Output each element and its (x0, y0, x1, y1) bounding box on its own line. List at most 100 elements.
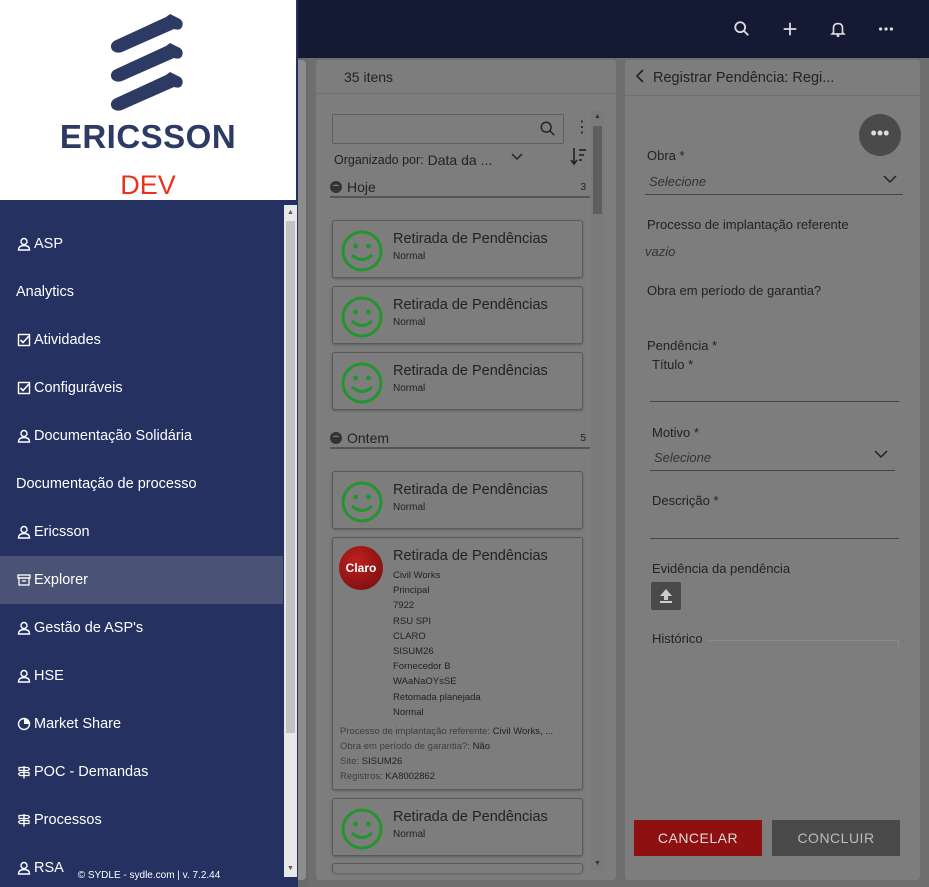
chevron-down-icon[interactable] (883, 172, 897, 186)
group-count: 3 (580, 181, 586, 193)
obra-select[interactable]: Selecione (649, 174, 706, 189)
collapse-icon[interactable]: − (330, 432, 342, 444)
sidebar-item-label: Ericsson (34, 524, 90, 540)
list-item[interactable]: Retirada de Pendências Normal (332, 220, 583, 278)
sidebar-item-label: Documentação Solidária (34, 428, 192, 444)
back-icon[interactable] (635, 69, 645, 86)
list-scrollbar[interactable]: ▲ ▼ (591, 110, 604, 870)
field-value: KA8002862 (385, 771, 436, 782)
pie-icon (16, 717, 31, 732)
search-input[interactable] (337, 119, 527, 139)
titulo-label: Título * (652, 357, 694, 372)
descricao-field[interactable] (650, 538, 899, 539)
field-key: Obra em período de garantia?: (340, 741, 470, 752)
list-item[interactable] (332, 863, 583, 873)
garantia-label: Obra em período de garantia? (647, 283, 822, 298)
more-options-button[interactable]: ••• (859, 114, 901, 156)
motivo-select[interactable]: Selecione (654, 450, 711, 465)
card-title: Retirada de Pendências (393, 809, 548, 825)
plus-icon[interactable] (777, 16, 803, 42)
sidebar-item-gestao-de-asp-s[interactable]: Gestão de ASP's (0, 604, 283, 652)
sidebar-item-hse[interactable]: HSE (0, 652, 283, 700)
search-icon[interactable] (539, 120, 557, 138)
sidebar-item-configuraveis[interactable]: Configuráveis (0, 364, 283, 412)
collapse-icon[interactable]: − (330, 181, 342, 193)
sort-label: Organizado por: (334, 153, 424, 167)
list-item-claro[interactable]: Claro Retirada de Pendências Civil Works… (332, 537, 583, 790)
sidebar-item-label: Explorer (34, 572, 88, 588)
card-priority: Normal (393, 829, 426, 840)
card-detail-line: WAaNaOYsSE (393, 676, 457, 688)
sort-order-icon[interactable] (570, 146, 588, 166)
scroll-down-icon[interactable]: ▼ (593, 860, 602, 867)
more-icon[interactable] (873, 16, 899, 42)
card-details: Civil Works Principal 7922 RSU SPI CLARO SISU… (393, 568, 481, 720)
card-detail-line: Fornecedor B (393, 661, 451, 673)
scroll-up-icon[interactable]: ▲ (593, 113, 602, 120)
list-item[interactable]: Retirada de Pendências Normal (332, 798, 583, 856)
bell-icon[interactable] (825, 16, 851, 42)
card-detail-line: RSU SPI (393, 615, 432, 627)
list-options-icon[interactable]: ⋮ (574, 118, 590, 138)
list-search[interactable] (332, 114, 564, 144)
chevron-down-icon[interactable] (510, 150, 524, 164)
sidebar-item-documentacao-de-processo[interactable]: Documentação de processo (0, 460, 283, 508)
upload-button[interactable] (651, 582, 681, 610)
list-item[interactable]: Retirada de Pendências Normal (332, 352, 583, 410)
field-value: Civil Works, ... (492, 726, 554, 737)
field-key: Processo de implantação referente: (340, 726, 490, 737)
sidebar-item-documentacao-solidaria[interactable]: Documentação Solidária (0, 412, 283, 460)
list-item[interactable]: Retirada de Pendências Normal (332, 286, 583, 344)
group-ontem[interactable]: − Ontem 5 (330, 429, 590, 449)
card-detail-line: 7922 (393, 600, 415, 612)
sidebar-item-atividades[interactable]: Atividades (0, 316, 283, 364)
env-label: DEV (120, 170, 176, 200)
sidebar-item-processos[interactable]: Processos (0, 796, 283, 844)
card-priority: Normal (393, 251, 426, 262)
sort-value: Data da ... (427, 152, 493, 168)
sidebar-item-explorer[interactable]: Explorer (0, 556, 283, 604)
conclude-button[interactable]: CONCLUIR (772, 820, 900, 856)
sidebar-item-label: Documentação de processo (16, 476, 197, 492)
brand-name: ERICSSON (59, 118, 237, 155)
card-priority: Normal (393, 502, 426, 513)
scroll-up-icon[interactable]: ▲ (286, 208, 295, 218)
descricao-label: Descrição * (652, 493, 719, 508)
smiley-icon (341, 296, 383, 338)
form-panel: Registrar Pendência: Regi... ••• Obra * … (625, 60, 920, 880)
sidebar-item-analytics[interactable]: Analytics (0, 268, 283, 316)
top-actions (729, 16, 899, 42)
card-title: Retirada de Pendências (393, 231, 548, 247)
sidebar: ERICSSON DEV ASP Analytics Atividades Confi… (0, 0, 298, 887)
smiley-icon (341, 481, 383, 523)
sidebar-item-label: HSE (34, 668, 64, 684)
titulo-field[interactable] (650, 401, 899, 402)
sidebar-item-poc-demandas[interactable]: POC - Demandas (0, 748, 283, 796)
group-hoje[interactable]: − Hoje 3 (330, 178, 590, 198)
historico-section (709, 640, 899, 650)
search-icon[interactable] (729, 16, 755, 42)
sidebar-item-asp[interactable]: ASP (0, 220, 283, 268)
card-title: Retirada de Pendências (393, 482, 548, 498)
chevron-down-icon[interactable] (874, 447, 888, 461)
list-count: 35 itens (316, 60, 616, 94)
card-field: Obra em período de garantia?: Não (340, 739, 553, 754)
person-icon (16, 237, 31, 252)
sidebar-item-market-share[interactable]: Market Share (0, 700, 283, 748)
sidebar-scrollbar[interactable]: ▲ ▼ (284, 205, 297, 877)
logo[interactable]: ERICSSON DEV (0, 0, 296, 200)
archive-icon (16, 573, 31, 588)
cancel-button[interactable]: CANCELAR (634, 820, 762, 856)
card-detail-line: Civil Works (393, 570, 441, 581)
card-detail-line: Retomada planejada (393, 691, 481, 703)
signpost-icon (16, 765, 31, 780)
group-count: 5 (580, 432, 586, 444)
card-detail-line: CLARO (393, 630, 426, 642)
sort-selector[interactable]: Organizado por: Data da ... (334, 148, 590, 170)
list-scroll-thumb[interactable] (593, 126, 602, 214)
sidebar-item-label: Gestão de ASP's (34, 620, 144, 636)
sidebar-item-label: Analytics (16, 284, 75, 300)
sidebar-item-ericsson[interactable]: Ericsson (0, 508, 283, 556)
sidebar-scroll-thumb[interactable] (286, 221, 295, 733)
list-item[interactable]: Retirada de Pendências Normal (332, 471, 583, 529)
